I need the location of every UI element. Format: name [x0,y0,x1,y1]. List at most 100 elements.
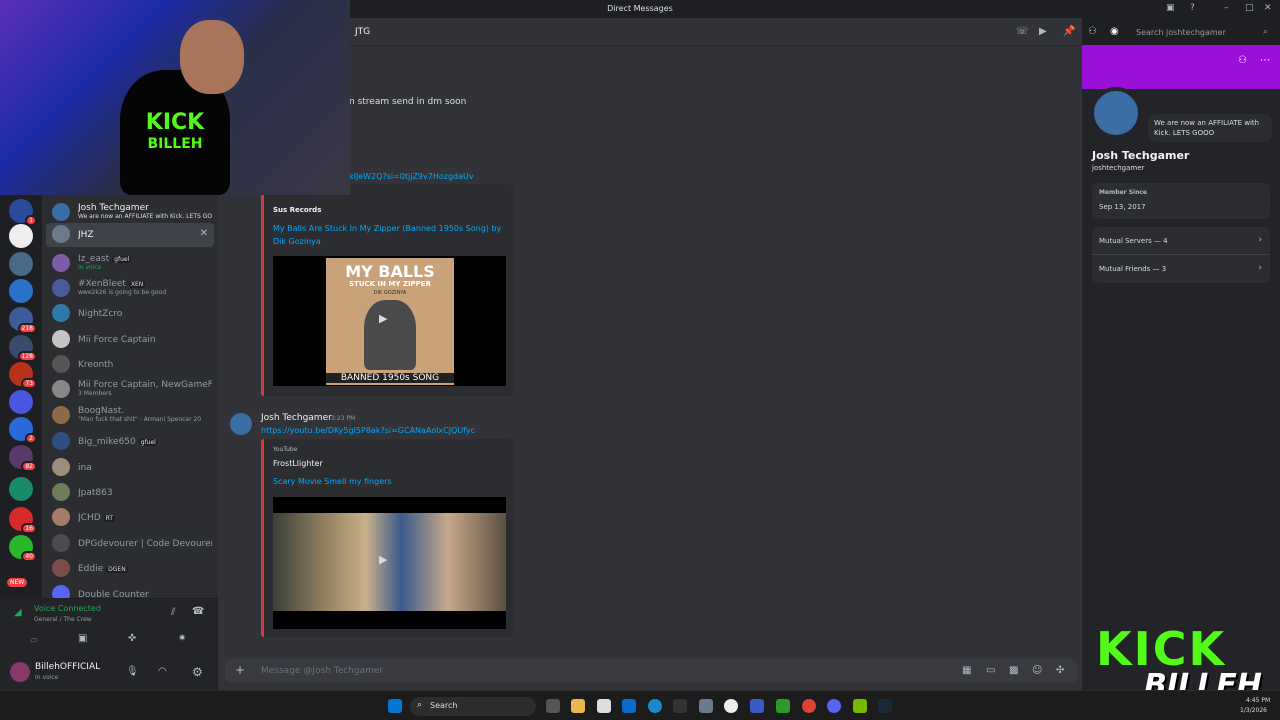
add-friend-icon[interactable]: ⚇ [1088,26,1097,37]
server-icon[interactable] [9,279,33,303]
dm-item[interactable]: JCHD RT [46,506,214,530]
play-icon[interactable]: ▶ [379,553,387,566]
dm-name: DPGdevourer | Code Devourer... [78,539,212,549]
gift-icon[interactable]: ▦ [962,665,971,676]
server-icon[interactable]: 1 [9,199,37,226]
search-input[interactable]: Search joshtechgamer ⌕ [1130,24,1274,42]
add-friend-icon[interactable]: ⚇ [1238,55,1247,66]
headphones-icon[interactable]: ◠ [158,666,167,677]
dm-item[interactable]: Mii Force Captain, NewGameFa... 3 Member… [46,378,214,402]
dm-item[interactable]: Iz_east gfuel In voice [46,252,214,276]
server-icon[interactable]: 2 [9,417,37,444]
message-input[interactable]: + Message @Josh Techgamer ▦ ▭ ▩ ☺ ✣ [225,659,1077,683]
clock-date[interactable]: 1/3/2026 [1240,707,1267,714]
dm-item[interactable]: Josh Techgamer We are now an AFFILIATE w… [46,201,214,225]
server-icon[interactable]: 218 [9,307,37,334]
app-icon[interactable] [750,699,764,713]
screen-share-icon[interactable]: ▣ [78,633,87,644]
file-explorer-icon[interactable] [571,699,585,713]
clock-time[interactable]: 4:45 PM [1246,697,1270,704]
signal-icon[interactable]: ◢ [14,607,22,618]
store-icon[interactable] [597,699,611,713]
dm-item[interactable]: NightZcro [46,302,214,326]
start-icon[interactable] [388,699,402,713]
xbox-icon[interactable] [776,699,790,713]
profile-toggle-icon[interactable]: ◉ [1110,26,1119,37]
server-icon[interactable] [9,252,33,276]
dm-item[interactable]: Eddie DGEN [46,557,214,581]
dm-item[interactable]: #XenBleet XEN wwe2k26 is going to be good [46,277,214,301]
avatar [52,508,70,526]
minimize-icon[interactable]: – [1224,3,1229,13]
message-link[interactable]: https://youtu.be/DKy5gI5P8ak?si=GCANaAol… [261,426,475,435]
video-icon[interactable]: ▶ [1039,26,1047,37]
steam-icon[interactable] [878,699,892,713]
mutual-servers-label: Mutual Servers — 4 [1099,237,1168,245]
message-author[interactable]: Josh Techgamer [261,413,332,423]
call-icon[interactable]: ☏ [1016,26,1029,37]
task-view-icon[interactable] [546,699,560,713]
dm-item[interactable]: Mii Force Captain [46,328,214,352]
edge-icon[interactable] [648,699,662,713]
avatar[interactable] [230,413,252,435]
soundboard-icon[interactable]: ✷ [178,633,186,644]
server-icon[interactable]: 40 [9,535,37,562]
server-icon[interactable] [9,390,33,414]
profile-avatar[interactable] [1090,87,1142,139]
close-window-icon[interactable]: ✕ [1264,3,1272,13]
embed-title[interactable]: My Balls Are Stuck In My Zipper (Banned … [273,222,509,248]
microphone-icon[interactable]: 🎙 [126,666,139,677]
app-icon[interactable] [673,699,687,713]
emoji-icon[interactable]: ☺ [1032,665,1042,676]
server-icon[interactable]: 82 [9,445,37,472]
mutual-servers-row[interactable]: Mutual Servers — 4 › [1092,227,1270,255]
sticker-icon[interactable]: ▩ [1009,665,1018,676]
inbox-icon[interactable]: ▣ [1166,3,1175,13]
mail-icon[interactable] [622,699,636,713]
embed-title[interactable]: Scary Movie Smell my fingers [273,477,392,486]
pin-icon[interactable]: 📌 [1063,26,1075,37]
dm-item[interactable]: DPGdevourer | Code Devourer... [46,532,214,556]
embed-author[interactable]: FrostLlighter [273,459,323,468]
nvidia-icon[interactable] [853,699,867,713]
dm-item[interactable]: Kreonth [46,353,214,377]
noise-suppression-icon[interactable]: ⫽ [171,607,175,618]
activity-icon[interactable]: ✜ [128,633,136,644]
close-dm-icon[interactable]: ✕ [200,228,208,239]
server-icon[interactable] [9,477,33,501]
message-link[interactable]: klJeW2Q?si=0tjjZ9v7HozgdaUv [349,172,474,181]
maximize-icon[interactable]: □ [1245,3,1254,13]
dm-item[interactable]: BoogNast. "Man fuck that shit" - Armani … [46,404,214,428]
embed-video[interactable]: MY BALLS STUCK IN MY ZIPPER DIK GOZINYA … [273,256,506,386]
dm-item[interactable]: Jpat863 [46,481,214,505]
camera-icon[interactable]: ▱ [30,635,38,646]
server-icon[interactable]: 16 [9,507,37,534]
dm-sub: "Man fuck that shit" - Armani Spencer 20 [78,416,202,423]
chevron-right-icon: › [1258,235,1262,245]
dm-item[interactable]: ina [46,456,214,480]
help-icon[interactable]: ? [1190,3,1195,13]
mutual-friends-row[interactable]: Mutual Friends — 3 › [1092,255,1270,283]
dm-item-active[interactable]: JHZ ✕ [46,223,214,247]
server-icon[interactable] [9,224,33,248]
gif-icon[interactable]: ▭ [986,665,995,676]
embed-video[interactable]: ▶ [273,497,506,629]
avatar[interactable] [10,662,30,682]
server-icon[interactable]: 128 [9,335,37,362]
voice-channel[interactable]: General / The Crew [34,616,92,623]
dm-item[interactable]: Big_mike650 gfuel [46,430,214,454]
settings-icon[interactable]: ⚙ [192,665,203,679]
server-icon[interactable]: 73 [9,362,37,389]
disconnect-icon[interactable]: ☎ [192,606,204,617]
chrome-icon[interactable] [802,699,816,713]
settings-app-icon[interactable] [699,699,713,713]
thumb-artist: DIK GOZINYA [373,290,407,296]
apps-icon[interactable]: ✣ [1056,665,1064,676]
play-icon[interactable]: ▶ [379,312,387,325]
more-icon[interactable]: ⋯ [1260,55,1270,66]
member-since-label: Member Since [1099,189,1147,196]
taskbar-search[interactable]: ⌕ Search [410,697,536,716]
obs-icon[interactable] [724,699,738,713]
add-attachment-icon[interactable]: + [235,663,245,677]
discord-icon[interactable] [827,699,841,713]
